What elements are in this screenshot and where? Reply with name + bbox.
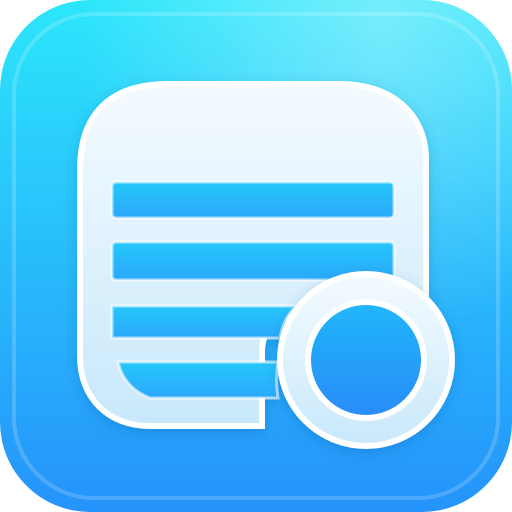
magnifier-glyph bbox=[277, 271, 455, 449]
magnifier-lens bbox=[305, 299, 427, 421]
list-row-1 bbox=[110, 180, 396, 220]
list-row-4 bbox=[116, 360, 280, 400]
app-icon-stage bbox=[0, 0, 512, 512]
list-row-3 bbox=[110, 304, 300, 340]
search-list-icon[interactable] bbox=[0, 0, 512, 512]
